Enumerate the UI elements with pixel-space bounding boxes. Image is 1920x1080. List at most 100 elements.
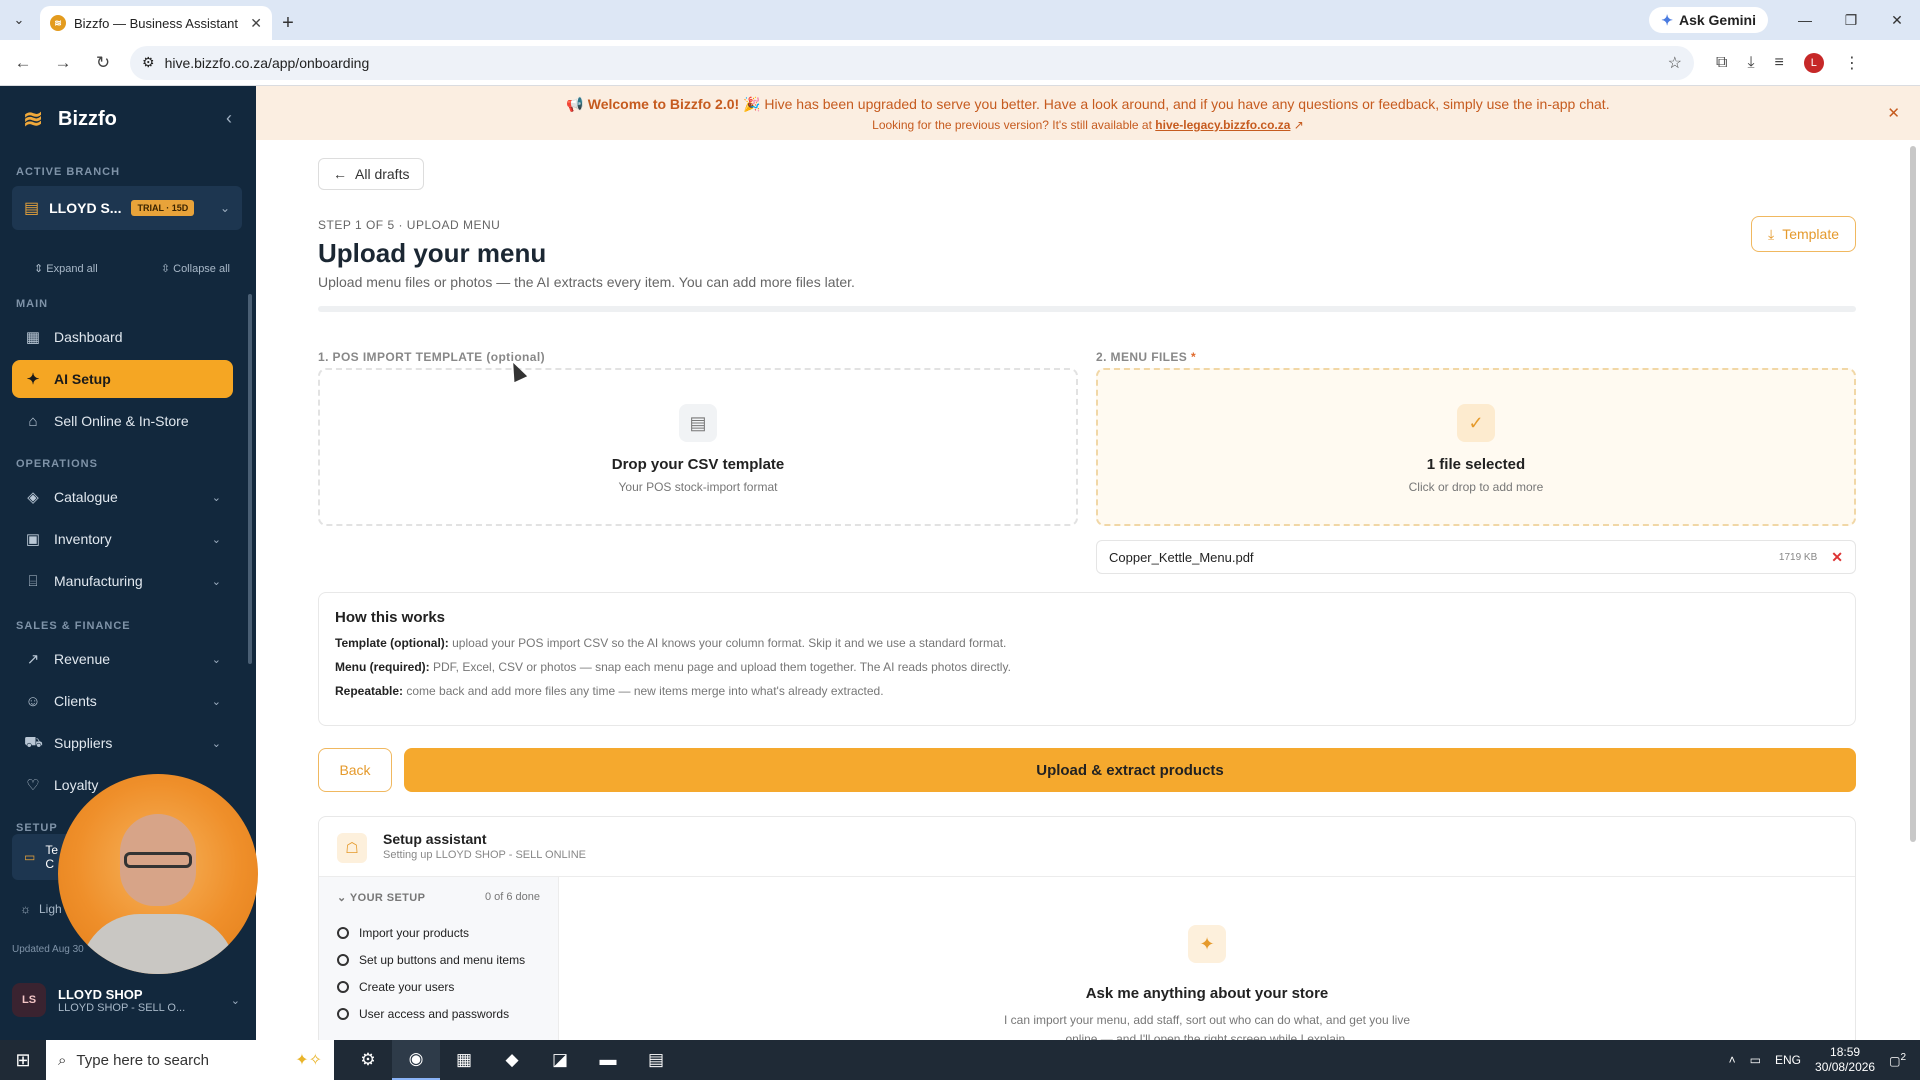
page-title: Upload your menu — [318, 238, 547, 268]
clock[interactable]: 18:59 30/08/2026 — [1815, 1045, 1875, 1075]
download-icon[interactable]: ⤓ — [1747, 54, 1754, 72]
chevron-down-icon: ⌄ — [211, 695, 221, 708]
network-icon[interactable]: ▭ — [1750, 1053, 1761, 1067]
back-button[interactable]: Back — [318, 748, 392, 792]
remove-file-icon[interactable]: ✕ — [1831, 549, 1843, 566]
collapse-all-button[interactable]: ⇳ Collapse all — [161, 262, 230, 275]
window-controls: — ❐ ✕ — [1782, 0, 1920, 40]
clock-time: 18:59 — [1830, 1045, 1861, 1059]
close-tab-icon[interactable]: ✕ — [250, 15, 262, 32]
factory-icon: ⌸ — [28, 572, 38, 590]
sidebar-item-ai-setup[interactable]: ✦ AI Setup — [12, 360, 233, 398]
upload-extract-button[interactable]: Upload & extract products — [404, 748, 1856, 792]
close-banner-icon[interactable]: ✕ — [1887, 104, 1900, 122]
settings-app-icon[interactable]: ⚙ — [344, 1040, 392, 1080]
bookmark-star-icon[interactable]: ☆ — [1668, 53, 1682, 73]
menu-label-text: 2. MENU FILES — [1096, 350, 1188, 364]
your-setup-header[interactable]: ⌄ YOUR SETUP 0 of 6 done — [337, 891, 540, 904]
finder-app-icon[interactable]: ◪ — [536, 1040, 584, 1080]
taskbar-search[interactable]: ⌕ Type here to search ✦✧ — [46, 1040, 334, 1080]
brand[interactable]: ≋ Bizzfo — [20, 106, 117, 133]
sidebar-item-label: Clients — [54, 693, 97, 709]
file-explorer-icon[interactable]: ▬ — [584, 1040, 632, 1080]
how-title: How this works — [335, 609, 446, 626]
section-sales-label: SALES & FINANCE — [16, 620, 131, 632]
url-field[interactable]: ⚙ hive.bizzfo.co.za/app/onboarding ☆ — [130, 45, 1694, 80]
profile-avatar-icon[interactable]: L — [1803, 52, 1824, 73]
sidebar-item-dashboard[interactable]: ▦ Dashboard — [12, 318, 233, 356]
legacy-link[interactable]: hive-legacy.bizzfo.co.za — [1155, 118, 1290, 132]
welcome-banner: 📢 Welcome to Bizzfo 2.0! 🎉 Hive has been… — [256, 86, 1920, 140]
tab-search-chevron-icon[interactable]: ⌄ — [0, 0, 38, 40]
sidebar-item-label: Sell Online & In-Store — [54, 413, 189, 429]
banner-line1: 📢 Welcome to Bizzfo 2.0! 🎉 Hive has been… — [256, 96, 1920, 113]
ask-gemini-label: Ask Gemini — [1678, 12, 1756, 28]
expand-all-button[interactable]: ⇕ Expand all — [34, 262, 98, 275]
sparkle-icon: ✦ — [26, 371, 40, 388]
all-drafts-button[interactable]: ← All drafts — [318, 158, 425, 190]
sidebar-item-clients[interactable]: ☺ Clients ⌄ — [12, 682, 233, 720]
how-menu-text: PDF, Excel, CSV or photos — snap each me… — [433, 660, 1011, 674]
chevron-down-icon: ⌄ — [219, 201, 230, 215]
checklist-item[interactable]: Set up buttons and menu items — [337, 953, 540, 967]
menu-dropzone[interactable]: ✓ 1 file selected Click or drop to add m… — [1096, 368, 1856, 526]
download-icon: ⤓ — [1767, 225, 1775, 242]
ask-gemini-button[interactable]: ✦ Ask Gemini — [1649, 7, 1768, 33]
spreadsheet-app-icon[interactable]: ▦ — [440, 1040, 488, 1080]
bot-icon: ☖ — [337, 833, 367, 863]
address-bar-row: ← → ↻ ⚙ hive.bizzfo.co.za/app/onboarding… — [0, 40, 1920, 86]
browser-menu-icon[interactable]: ⋮ — [1844, 53, 1860, 73]
checklist-item[interactable]: User access and passwords — [337, 1007, 540, 1021]
media-icon[interactable]: ≡ — [1775, 54, 1784, 72]
task-label: Set up buttons and menu items — [359, 953, 526, 967]
tray-chevron-up-icon[interactable]: ˄ — [1729, 1053, 1736, 1067]
checklist-item[interactable]: Create your users — [337, 980, 540, 994]
how-this-works-box: How this works Template (optional): uplo… — [318, 592, 1856, 726]
browser-tab[interactable]: ≋ Bizzfo — Business Assistant ✕ — [40, 6, 272, 40]
avatar: LS — [12, 983, 46, 1017]
back-arrow-icon[interactable]: ← — [6, 46, 40, 80]
user-menu[interactable]: LS LLOYD SHOP LLOYD SHOP - SELL O... ⌄ — [12, 976, 240, 1024]
updated-text: Updated Aug 30 — [12, 944, 84, 955]
template-button[interactable]: ⤓ Template — [1750, 216, 1856, 252]
collapse-sidebar-chevron-icon[interactable]: ‹ — [226, 108, 232, 129]
system-tray: ˄ ▭ ENG 18:59 30/08/2026 ▢2 — [1729, 1045, 1920, 1075]
restore-icon[interactable]: ❐ — [1828, 0, 1874, 40]
language-indicator[interactable]: ENG — [1775, 1053, 1801, 1067]
bizzfo-app-icon[interactable]: ◆ — [488, 1040, 536, 1080]
windows-start-icon[interactable]: ⊞ — [0, 1040, 46, 1080]
sidebar-scrollbar[interactable] — [248, 294, 252, 664]
terminal-app-icon[interactable]: ▤ — [632, 1040, 680, 1080]
checklist-item[interactable]: Import your products — [337, 926, 540, 940]
how-menu-line: Menu (required): PDF, Excel, CSV or phot… — [335, 660, 1839, 674]
branch-selector[interactable]: ▤ LLOYD S... TRIAL · 15D ⌄ — [12, 186, 242, 230]
chevron-down-icon: ⌄ — [211, 575, 221, 588]
assistant-description: I can import your menu, add staff, sort … — [559, 1011, 1855, 1040]
sidebar-item-manufacturing[interactable]: ⌸ Manufacturing ⌄ — [12, 562, 233, 600]
sidebar-item-revenue[interactable]: ↗ Revenue ⌄ — [12, 640, 233, 678]
section-operations-label: OPERATIONS — [16, 458, 98, 470]
close-window-icon[interactable]: ✕ — [1874, 0, 1920, 40]
sidebar-item-inventory[interactable]: ▣ Inventory ⌄ — [12, 520, 233, 558]
assistant-chat-area: ✦ Ask me anything about your store I can… — [559, 877, 1855, 1040]
csv-dropzone[interactable]: ▤ Drop your CSV template Your POS stock-… — [318, 368, 1078, 526]
sidebar-item-label: Suppliers — [54, 735, 113, 751]
extensions-icon[interactable]: ⧉ — [1716, 54, 1727, 72]
main-content: 📢 Welcome to Bizzfo 2.0! 🎉 Hive has been… — [256, 86, 1920, 1040]
new-tab-icon[interactable]: + — [272, 6, 304, 40]
main-scrollbar[interactable] — [1910, 146, 1916, 842]
notification-icon[interactable]: ▢2 — [1889, 1052, 1906, 1068]
sidebar-item-catalogue[interactable]: ◈ Catalogue ⌄ — [12, 478, 233, 516]
sidebar-item-suppliers[interactable]: ⛟ Suppliers ⌄ — [12, 724, 233, 762]
sidebar-item-sell-online[interactable]: ⌂ Sell Online & In-Store — [12, 402, 233, 440]
minimize-icon[interactable]: — — [1782, 0, 1828, 40]
how-template-text: upload your POS import CSV so the AI kno… — [452, 636, 1007, 650]
setup-checklist: ⌄ YOUR SETUP 0 of 6 done Import your pro… — [319, 877, 559, 1040]
reload-icon[interactable]: ↻ — [86, 46, 120, 80]
chevron-down-icon: ⌄ — [211, 653, 221, 666]
forward-arrow-icon[interactable]: → — [46, 46, 80, 80]
chrome-app-icon[interactable]: ◉ — [392, 1040, 440, 1080]
theme-toggle[interactable]: ☼ Ligh — [20, 902, 62, 916]
site-info-icon[interactable]: ⚙ — [142, 54, 155, 71]
how-menu-label: Menu (required): — [335, 660, 430, 674]
